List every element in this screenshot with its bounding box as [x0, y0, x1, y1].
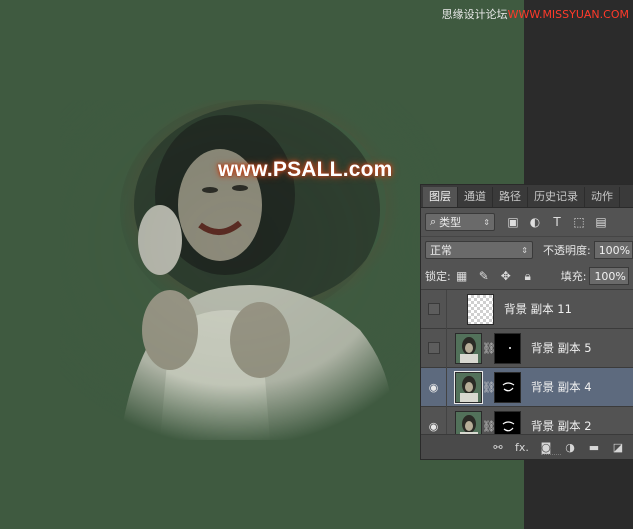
search-icon: ⌕ — [430, 215, 437, 228]
link-layers-icon[interactable]: ⚯ — [491, 440, 505, 454]
layer-name[interactable]: 背景 副本 4 — [531, 379, 592, 395]
layer-mask-thumbnail[interactable] — [494, 371, 521, 403]
layer-thumbnail — [467, 293, 494, 325]
shape-filter-icon[interactable]: ⬚ — [571, 214, 587, 230]
link-icon[interactable]: ⛓ — [482, 381, 496, 394]
adjustment-filter-icon[interactable]: ◐ — [527, 214, 543, 230]
chevron-updown-icon: ⇕ — [521, 245, 528, 255]
layer-thumbnail — [454, 370, 483, 404]
lock-transparency-icon[interactable]: ▦ — [455, 269, 469, 283]
eye-icon: ◉ — [428, 419, 439, 433]
opacity-label: 不透明度: — [542, 244, 591, 257]
layer-name[interactable]: 背景 副本 5 — [531, 340, 592, 356]
tab-paths[interactable]: 路径 — [493, 187, 528, 207]
fill-input[interactable]: 100% — [589, 267, 630, 285]
blend-mode-select[interactable]: 正常 ⇕ — [425, 241, 533, 259]
layer-name[interactable]: 背景 副本 2 — [531, 418, 592, 434]
blend-mode-value: 正常 — [430, 244, 452, 257]
site-watermark-prefix: 思缘设计论坛 — [441, 8, 508, 21]
fx-button[interactable]: fx. — [515, 440, 529, 454]
layer-row[interactable]: 背景 副本 11 — [421, 289, 633, 329]
blend-row: 正常 ⇕ 不透明度: 100% — [421, 237, 633, 263]
visibility-toggle[interactable]: ◉ — [421, 367, 447, 407]
lock-label: 锁定: — [425, 270, 451, 283]
tab-channels[interactable]: 通道 — [458, 187, 493, 207]
fill-label: 填充: — [560, 270, 587, 283]
smart-object-filter-icon[interactable]: ▤ — [593, 214, 609, 230]
layer-name[interactable]: 背景 副本 11 — [504, 301, 572, 317]
panel-tabs: 图层 通道 路径 历史记录 动作 — [421, 185, 633, 208]
canvas-photo — [60, 100, 440, 440]
layer-mask-thumbnail[interactable] — [494, 332, 521, 364]
panel-footer: ⚯ fx. ◙ ◑ ▬ ◪ — [421, 434, 633, 459]
filter-icons: ▣ ◐ T ⬚ ▤ — [505, 214, 609, 230]
image-filter-icon[interactable]: ▣ — [505, 214, 521, 230]
lock-all-icon[interactable]: 🔒︎ — [521, 269, 535, 283]
add-mask-icon[interactable]: ◙ — [539, 440, 553, 454]
hidden-visibility-box — [427, 342, 440, 354]
new-group-icon[interactable]: ▬ — [587, 440, 601, 454]
eye-icon: ◉ — [428, 380, 439, 394]
opacity-input[interactable]: 100% — [593, 241, 633, 259]
adjustment-layer-icon[interactable]: ◑ — [563, 440, 577, 454]
lock-position-icon[interactable]: ✥ — [499, 269, 513, 283]
link-icon[interactable]: ⛓ — [482, 420, 496, 433]
resize-grip[interactable] — [541, 454, 561, 457]
link-icon[interactable]: ⛓ — [482, 342, 496, 355]
chevron-updown-icon: ⇕ — [483, 217, 490, 227]
lock-row: 锁定: ▦ ✎ ✥ 🔒︎ 填充: 100% — [421, 263, 633, 290]
visibility-toggle[interactable] — [421, 289, 447, 329]
lock-pixels-icon[interactable]: ✎ — [477, 269, 491, 283]
layer-row[interactable]: ⛓ 背景 副本 5 — [421, 328, 633, 368]
lock-icons: ▦ ✎ ✥ 🔒︎ — [455, 269, 535, 284]
hidden-visibility-box — [427, 303, 440, 315]
type-filter-icon[interactable]: T — [549, 214, 565, 230]
photo-watermark: www.PSALL.com — [218, 158, 393, 181]
new-layer-icon[interactable]: ◪ — [611, 440, 625, 454]
filter-row: ⌕ 类型 ⇕ ▣ ◐ T ⬚ ▤ — [421, 208, 633, 237]
visibility-toggle[interactable] — [421, 328, 447, 368]
layers-panel: 图层 通道 路径 历史记录 动作 ⌕ 类型 ⇕ ▣ ◐ T ⬚ ▤ 正常 ⇕ 不… — [420, 184, 633, 460]
layer-row-selected[interactable]: ◉ ⛓ 背景 副本 4 — [421, 367, 633, 407]
site-watermark: 思缘设计论坛WWW.MISSYUAN.COM — [442, 6, 629, 22]
tab-history[interactable]: 历史记录 — [528, 187, 585, 207]
site-watermark-domain: WWW.MISSYUAN.COM — [507, 8, 629, 21]
filter-kind-select[interactable]: ⌕ 类型 ⇕ — [425, 213, 495, 231]
filter-kind-value: 类型 — [439, 216, 462, 229]
tab-layers[interactable]: 图层 — [423, 187, 458, 207]
layer-thumbnail — [455, 332, 482, 364]
tab-actions[interactable]: 动作 — [585, 187, 620, 207]
